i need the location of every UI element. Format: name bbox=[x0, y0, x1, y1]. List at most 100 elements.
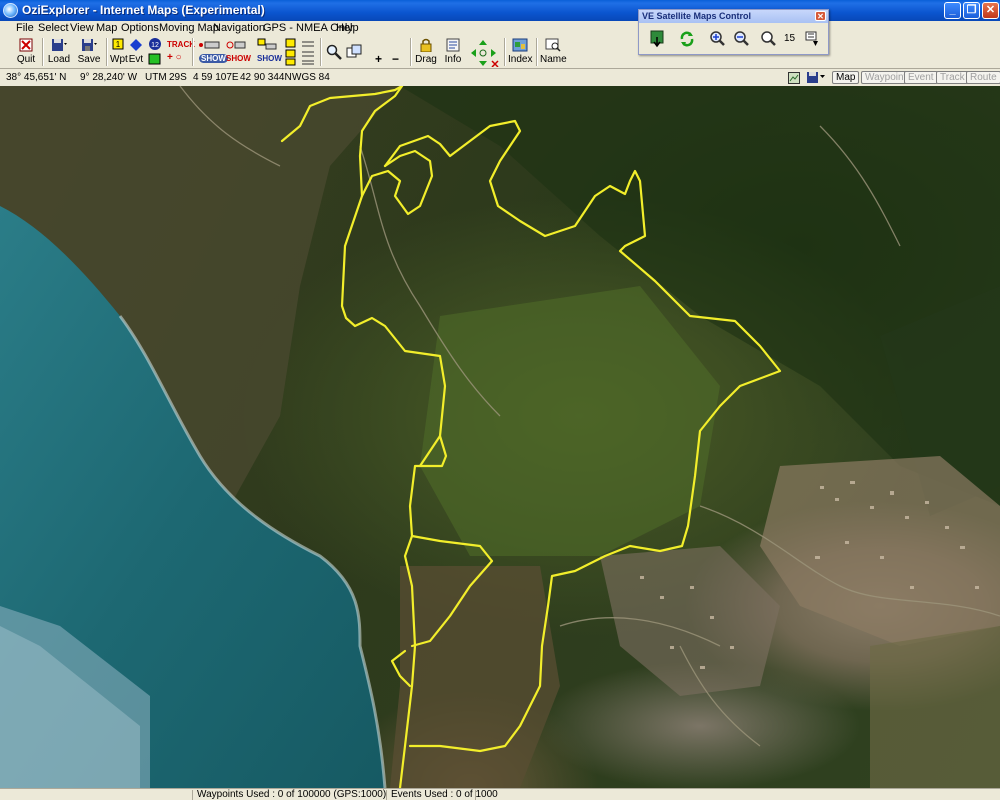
mode-event-button[interactable]: Event bbox=[904, 71, 938, 84]
menu-navigation[interactable]: Navigation bbox=[213, 22, 265, 34]
magnifier-icon[interactable] bbox=[326, 44, 342, 60]
toolbar-separator bbox=[536, 38, 538, 66]
show-button-3[interactable]: SHOW bbox=[257, 54, 282, 63]
window-title: OziExplorer - Internet Maps (Experimenta… bbox=[22, 3, 265, 17]
menu-view[interactable]: View bbox=[70, 22, 94, 34]
route-square-icon[interactable] bbox=[148, 53, 162, 66]
menu-moving-map[interactable]: Moving Map bbox=[159, 22, 219, 34]
mode-map-button[interactable]: Map bbox=[832, 71, 860, 84]
satellite-panel-title: VE Satellite Maps Control bbox=[642, 11, 752, 21]
map-canvas[interactable] bbox=[0, 86, 1000, 788]
name-list-icons[interactable] bbox=[284, 38, 298, 66]
map-image-icon[interactable] bbox=[788, 72, 800, 84]
save-icon bbox=[82, 39, 97, 51]
close-button[interactable]: ✕ bbox=[982, 2, 999, 19]
waypoint-flag-icon: 1 bbox=[112, 38, 124, 50]
status-bar: Waypoints Used : 0 of 100000 (GPS:1000) … bbox=[0, 788, 1000, 800]
waypoints-used-status: Waypoints Used : 0 of 100000 (GPS:1000) bbox=[197, 789, 387, 800]
satellite-panel-close-button[interactable]: ✕ bbox=[815, 11, 826, 21]
quit-button[interactable]: Quit bbox=[14, 38, 38, 68]
index-map-icon bbox=[512, 38, 528, 52]
satellite-panel-titlebar[interactable]: VE Satellite Maps Control ✕ bbox=[639, 10, 828, 23]
toolbar-separator bbox=[504, 38, 506, 66]
event-button[interactable]: Evt bbox=[128, 38, 144, 68]
quit-icon bbox=[19, 38, 33, 52]
mode-route-button[interactable]: Route bbox=[966, 71, 1000, 84]
utm-zone: 29S bbox=[169, 72, 187, 83]
name-search-button[interactable]: Name bbox=[540, 38, 567, 68]
utm-label: UTM bbox=[145, 72, 167, 83]
menu-bar: File Select View Map Options Moving Map … bbox=[0, 21, 1000, 36]
town-area-south bbox=[600, 546, 780, 696]
zoom-in-satellite-icon[interactable] bbox=[707, 29, 727, 49]
events-used-status: Events Used : 0 of 1000 bbox=[391, 789, 498, 800]
toolbar-separator bbox=[410, 38, 412, 66]
show-button-1[interactable]: SHOW bbox=[199, 54, 228, 63]
meadow-center bbox=[420, 286, 720, 556]
lock-icon bbox=[420, 38, 432, 52]
refresh-icon[interactable] bbox=[677, 29, 697, 49]
hill-south bbox=[390, 566, 560, 788]
toolbar-separator bbox=[42, 38, 44, 66]
settings-icon[interactable] bbox=[803, 29, 823, 49]
easting-readout: 4 59 107E bbox=[193, 72, 239, 83]
svg-text:1: 1 bbox=[116, 40, 121, 49]
app-icon bbox=[3, 3, 18, 18]
minimize-button[interactable]: _ bbox=[944, 2, 961, 19]
satellite-zoom-level: 15 bbox=[784, 33, 796, 44]
toolbar-separator bbox=[106, 38, 108, 66]
track-label[interactable]: TRACK bbox=[167, 40, 195, 49]
info-icon bbox=[446, 38, 460, 52]
svg-text:12: 12 bbox=[151, 42, 159, 49]
route-number-icon[interactable]: 12 bbox=[148, 37, 162, 51]
ozi-window: OziExplorer - Internet Maps (Experimenta… bbox=[0, 0, 1000, 800]
load-button[interactable]: Load bbox=[46, 38, 72, 68]
status-separator bbox=[475, 790, 476, 800]
satellite-map-view[interactable] bbox=[0, 86, 1000, 788]
zoom-in-icon[interactable]: + bbox=[375, 52, 382, 66]
menu-file[interactable]: File bbox=[16, 22, 34, 34]
event-diamond-icon bbox=[130, 39, 142, 51]
status-separator bbox=[192, 790, 193, 800]
show-waypoints-icon[interactable] bbox=[198, 39, 220, 51]
window-zoom-icon[interactable] bbox=[346, 44, 362, 60]
toolbar-separator bbox=[320, 38, 322, 66]
mode-waypoint-button[interactable]: Waypoint bbox=[861, 71, 911, 84]
show-events-icon[interactable] bbox=[224, 39, 246, 51]
mode-track-button[interactable]: Track bbox=[936, 71, 969, 84]
pan-arrows-icon[interactable] bbox=[470, 39, 500, 67]
load-icon bbox=[52, 39, 67, 51]
index-button[interactable]: Index bbox=[508, 38, 532, 68]
menu-options[interactable]: Options bbox=[121, 22, 159, 34]
farmland bbox=[870, 626, 1000, 788]
zoom-level-icon[interactable] bbox=[759, 29, 779, 49]
save-map-icon[interactable] bbox=[806, 71, 826, 84]
coordinate-bar: 38° 45,651' N 9° 28,240' W UTM 29S 4 59 … bbox=[0, 70, 1000, 86]
info-button[interactable]: Info bbox=[442, 38, 464, 68]
town-area bbox=[760, 456, 1000, 646]
zoom-out-icon[interactable]: − bbox=[392, 52, 399, 66]
datum-readout: WGS 84 bbox=[292, 72, 330, 83]
waypoint-button[interactable]: 1 Wpt bbox=[110, 38, 128, 68]
show-button-2[interactable]: SHOW bbox=[226, 54, 251, 63]
latitude-readout: 38° 45,651' N bbox=[6, 72, 67, 83]
menu-map[interactable]: Map bbox=[96, 22, 117, 34]
status-separator bbox=[386, 790, 387, 800]
northing-readout: 42 90 344N bbox=[240, 72, 292, 83]
main-toolbar: Quit Load Save 1 Wpt Evt 12 TRACK + ○ SH… bbox=[0, 36, 1000, 89]
menu-select[interactable]: Select bbox=[38, 22, 69, 34]
zoom-out-satellite-icon[interactable] bbox=[731, 29, 751, 49]
scale-list-icons[interactable] bbox=[300, 38, 316, 66]
longitude-readout: 9° 28,240' W bbox=[80, 72, 138, 83]
menu-help[interactable]: Help bbox=[336, 22, 359, 34]
drag-button[interactable]: Drag bbox=[414, 38, 438, 68]
toolbar-separator bbox=[192, 38, 194, 66]
save-button[interactable]: Save bbox=[76, 38, 102, 68]
name-search-icon bbox=[545, 38, 561, 52]
title-bar[interactable]: OziExplorer - Internet Maps (Experimenta… bbox=[0, 0, 1000, 21]
track-plus-icon[interactable]: + ○ bbox=[167, 52, 182, 63]
show-routes-icon[interactable] bbox=[256, 38, 278, 51]
download-map-icon[interactable] bbox=[648, 29, 668, 49]
satellite-maps-control-panel: VE Satellite Maps Control ✕ 15 bbox=[638, 9, 829, 55]
maximize-button[interactable]: ❐ bbox=[963, 2, 980, 19]
